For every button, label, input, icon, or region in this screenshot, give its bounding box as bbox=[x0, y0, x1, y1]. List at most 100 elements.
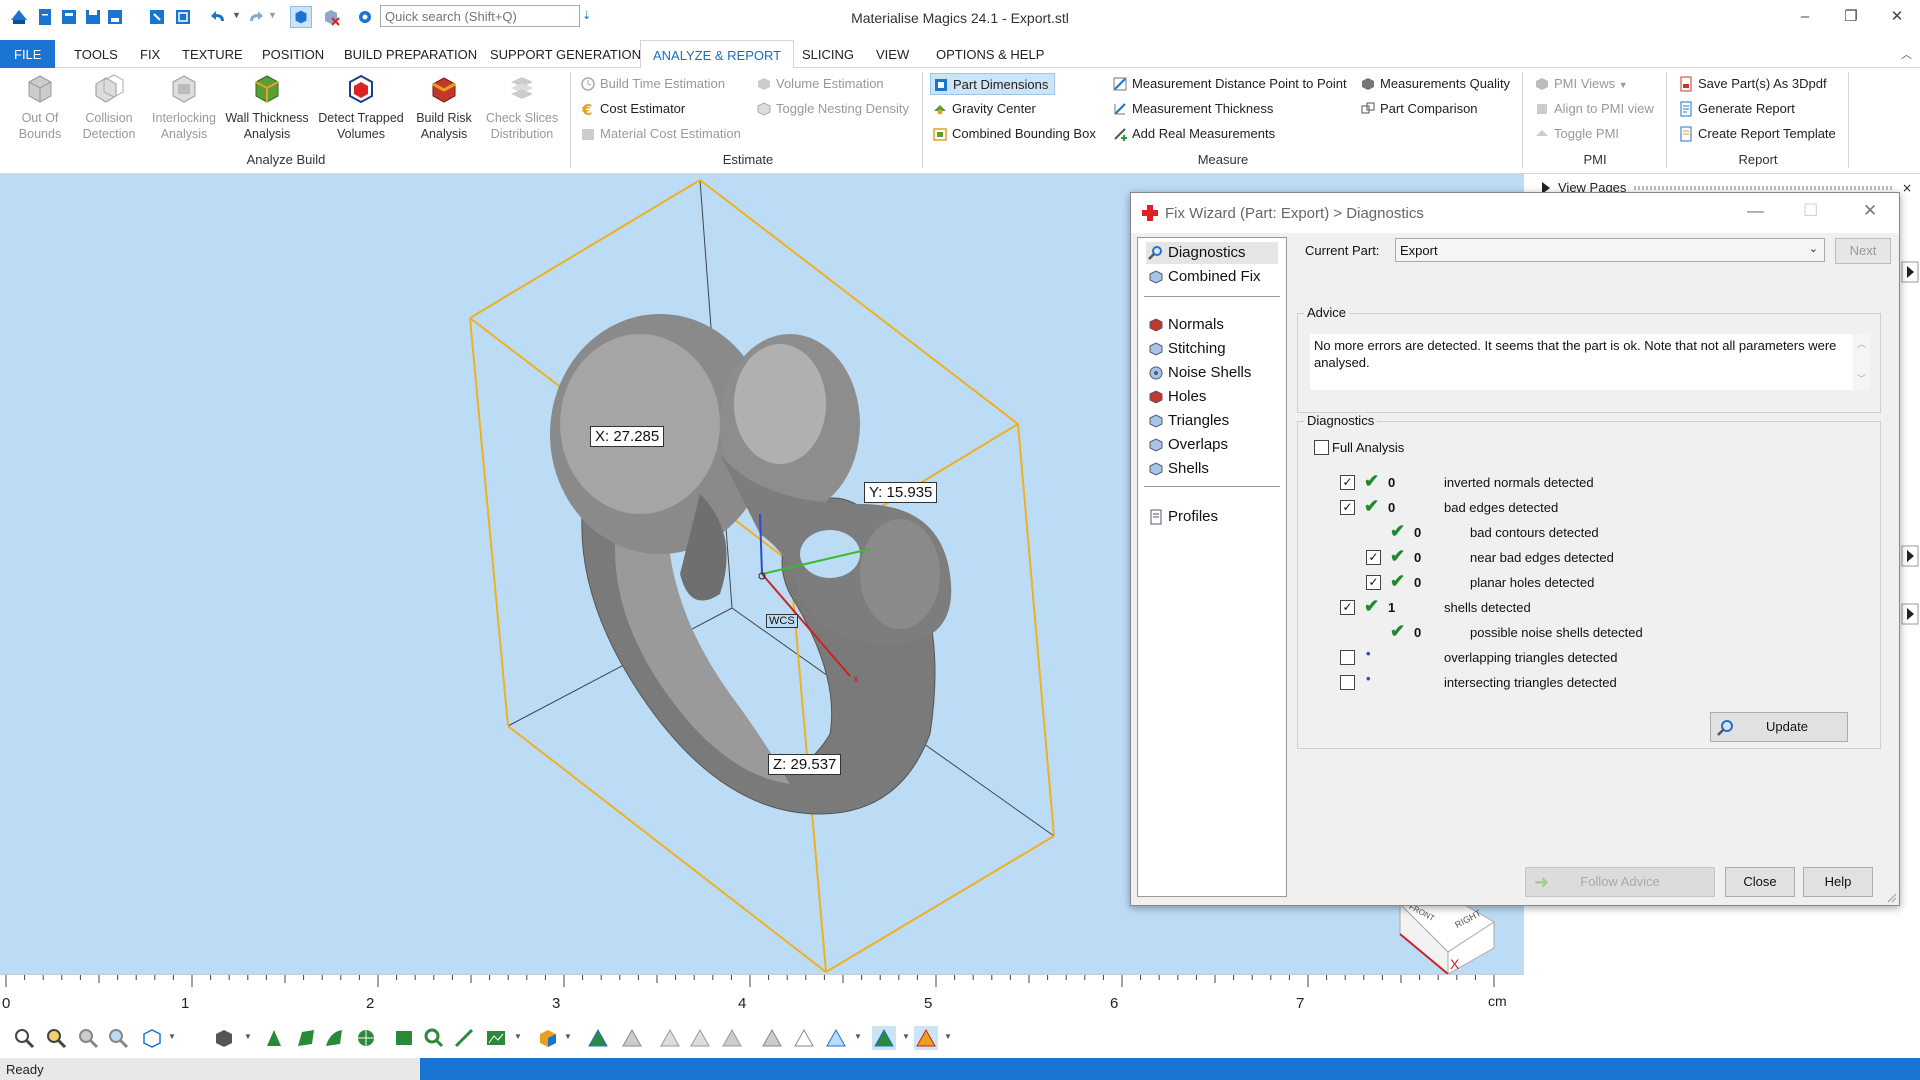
triangle-select-icon[interactable] bbox=[262, 1026, 286, 1050]
measurement-distance-button[interactable]: Measurement Distance Point to Point bbox=[1110, 73, 1347, 95]
dialog-minimize-button[interactable]: — bbox=[1747, 201, 1764, 221]
minimize-button[interactable]: – bbox=[1790, 6, 1820, 28]
wall-thickness-analysis-button[interactable]: Wall Thickness Analysis bbox=[224, 72, 310, 142]
help-button[interactable]: Help bbox=[1803, 867, 1873, 897]
check-slices-distribution-button[interactable]: Check Slices Distribution bbox=[480, 72, 564, 142]
nav-triangles[interactable]: Triangles bbox=[1146, 410, 1229, 432]
out-of-bounds-button[interactable]: Out Of Bounds bbox=[14, 72, 66, 142]
diag-row-checkbox[interactable]: ✓ bbox=[1366, 550, 1381, 565]
dialog-maximize-button[interactable]: ☐ bbox=[1803, 201, 1818, 221]
next-button[interactable]: Next bbox=[1835, 238, 1891, 264]
nav-profiles[interactable]: Profiles bbox=[1146, 506, 1218, 528]
triangle-blue-icon[interactable] bbox=[824, 1026, 848, 1050]
diag-row-checkbox[interactable]: ✓ bbox=[1366, 575, 1381, 590]
zoom-selection-icon[interactable] bbox=[106, 1026, 130, 1050]
part-comparison-button[interactable]: Part Comparison bbox=[1358, 98, 1478, 120]
diag-row-checkbox[interactable]: ✓ bbox=[1340, 475, 1355, 490]
nav-stitching[interactable]: Stitching bbox=[1146, 338, 1226, 360]
generate-report-button[interactable]: Generate Report bbox=[1676, 98, 1795, 120]
view-shading-dropdown-icon[interactable]: ▼ bbox=[244, 1032, 252, 1041]
material-cost-estimation-button[interactable]: Material Cost Estimation bbox=[578, 123, 741, 145]
current-part-select[interactable]: Export ⌄ bbox=[1395, 238, 1825, 262]
surface-select-icon[interactable] bbox=[322, 1026, 346, 1050]
triangle-faded-icon[interactable] bbox=[658, 1026, 682, 1050]
nav-holes[interactable]: Holes bbox=[1146, 386, 1206, 408]
cost-estimator-button[interactable]: € Cost Estimator bbox=[578, 98, 685, 120]
tab-position[interactable]: POSITION bbox=[258, 40, 328, 68]
brush-select-icon[interactable] bbox=[452, 1026, 476, 1050]
dialog-close-icon[interactable]: ✕ bbox=[1863, 201, 1877, 221]
triangle-hatched-icon[interactable] bbox=[688, 1026, 712, 1050]
triangle-green-icon[interactable] bbox=[872, 1026, 896, 1050]
combined-bounding-box-button[interactable]: Combined Bounding Box bbox=[930, 123, 1096, 145]
part-dimensions-button[interactable]: Part Dimensions bbox=[930, 73, 1056, 95]
tab-fix[interactable]: FIX bbox=[136, 40, 164, 68]
tab-slicing[interactable]: SLICING bbox=[798, 40, 858, 68]
nav-shells[interactable]: Shells bbox=[1146, 458, 1209, 480]
mark-dropdown-icon[interactable]: ▼ bbox=[514, 1032, 522, 1041]
add-real-measurements-button[interactable]: Add Real Measurements bbox=[1110, 123, 1275, 145]
tab-build-preparation[interactable]: BUILD PREPARATION bbox=[340, 40, 481, 68]
nav-combined-fix[interactable]: Combined Fix bbox=[1146, 266, 1261, 288]
tab-file[interactable]: FILE bbox=[0, 40, 56, 68]
tab-texture[interactable]: TEXTURE bbox=[178, 40, 247, 68]
tab-tools[interactable]: TOOLS bbox=[70, 40, 122, 68]
diag-row-checkbox[interactable] bbox=[1340, 650, 1355, 665]
update-button[interactable]: Update bbox=[1710, 712, 1848, 742]
zoom-icon[interactable] bbox=[12, 1026, 36, 1050]
build-time-estimation-button[interactable]: Build Time Estimation bbox=[578, 73, 725, 95]
toggle-nesting-density-button[interactable]: Toggle Nesting Density bbox=[754, 98, 909, 120]
ring-model[interactable] bbox=[550, 314, 952, 815]
triangle-mesh-icon[interactable] bbox=[586, 1026, 610, 1050]
part-colors-dropdown-icon[interactable]: ▼ bbox=[564, 1032, 572, 1041]
tab-analyze-report[interactable]: ANALYZE & REPORT bbox=[640, 40, 795, 69]
advice-scrollbar[interactable]: ︿ ﹀ bbox=[1853, 334, 1870, 390]
triangle-green-dropdown-icon[interactable]: ▼ bbox=[902, 1032, 910, 1041]
save-parts-3dpdf-button[interactable]: Save Part(s) As 3Dpdf bbox=[1676, 73, 1827, 95]
triangle-colored-dropdown-icon[interactable]: ▼ bbox=[944, 1032, 952, 1041]
align-to-pmi-view-button[interactable]: Align to PMI view bbox=[1532, 98, 1654, 120]
scroll-up-icon[interactable]: ︿ bbox=[1857, 336, 1866, 353]
triangle-white-icon[interactable] bbox=[792, 1026, 816, 1050]
view-orientation-icon[interactable] bbox=[140, 1026, 164, 1050]
follow-advice-button[interactable]: ➜ Follow Advice bbox=[1525, 867, 1715, 897]
view-shading-icon[interactable] bbox=[212, 1026, 236, 1050]
box-select-icon[interactable] bbox=[392, 1026, 416, 1050]
build-risk-analysis-button[interactable]: Build Risk Analysis bbox=[412, 72, 476, 142]
triangle-arrow-icon[interactable] bbox=[760, 1026, 784, 1050]
create-report-template-button[interactable]: Create Report Template bbox=[1676, 123, 1836, 145]
diag-row-checkbox[interactable] bbox=[1340, 675, 1355, 690]
nav-normals[interactable]: Normals bbox=[1146, 314, 1224, 336]
diag-row-checkbox[interactable]: ✓ bbox=[1340, 500, 1355, 515]
triangle-grid-icon[interactable] bbox=[720, 1026, 744, 1050]
restore-button[interactable]: ❐ bbox=[1836, 6, 1866, 28]
detect-trapped-volumes-button[interactable]: Detect Trapped Volumes bbox=[314, 72, 408, 142]
zoom-window-icon[interactable] bbox=[44, 1026, 68, 1050]
triangle-colored-icon[interactable] bbox=[914, 1026, 938, 1050]
collapse-ribbon-icon[interactable]: ︿ bbox=[1901, 46, 1912, 62]
plane-select-icon[interactable] bbox=[294, 1026, 318, 1050]
close-window-button[interactable]: ✕ bbox=[1882, 6, 1912, 28]
measurements-quality-button[interactable]: Measurements Quality bbox=[1358, 73, 1510, 95]
triangle-outline-icon[interactable] bbox=[620, 1026, 644, 1050]
close-button[interactable]: Close bbox=[1725, 867, 1795, 897]
full-analysis-checkbox[interactable] bbox=[1314, 440, 1329, 455]
toggle-pmi-button[interactable]: Toggle PMI bbox=[1532, 123, 1619, 145]
tab-options-help[interactable]: OPTIONS & HELP bbox=[932, 40, 1048, 68]
nav-overlaps[interactable]: Overlaps bbox=[1146, 434, 1228, 456]
volume-estimation-button[interactable]: Volume Estimation bbox=[754, 73, 884, 95]
nav-diagnostics[interactable]: Diagnostics bbox=[1146, 242, 1278, 264]
resize-grip-icon[interactable] bbox=[1885, 891, 1897, 903]
tab-support-generation[interactable]: SUPPORT GENERATION bbox=[486, 40, 645, 68]
nav-noise-shells[interactable]: Noise Shells bbox=[1146, 362, 1251, 384]
diag-row-checkbox[interactable]: ✓ bbox=[1340, 600, 1355, 615]
mark-terrain-icon[interactable] bbox=[484, 1026, 508, 1050]
measurement-thickness-button[interactable]: Measurement Thickness bbox=[1110, 98, 1273, 120]
triangle-dropdown-icon[interactable]: ▼ bbox=[854, 1032, 862, 1041]
interlocking-analysis-button[interactable]: Interlocking Analysis bbox=[148, 72, 220, 142]
view-orientation-dropdown-icon[interactable]: ▼ bbox=[168, 1032, 176, 1041]
collision-detection-button[interactable]: Collision Detection bbox=[78, 72, 140, 142]
pmi-views-button[interactable]: PMI Views ▼ bbox=[1532, 73, 1628, 95]
zoom-all-icon[interactable] bbox=[76, 1026, 100, 1050]
gravity-center-button[interactable]: Gravity Center bbox=[930, 98, 1036, 120]
